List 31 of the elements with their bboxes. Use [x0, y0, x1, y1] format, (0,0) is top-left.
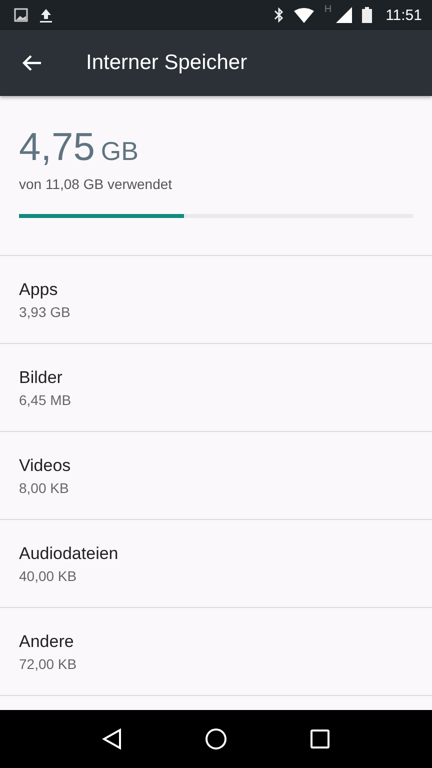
category-size: 3,93 GB: [19, 304, 72, 320]
category-label: Andere: [19, 632, 75, 652]
used-amount: 4,75: [19, 126, 95, 170]
storage-category-item[interactable]: Audiodateien 40,00 KB: [0, 520, 432, 608]
category-label: Apps: [19, 280, 59, 300]
category-size: 40,00 KB: [19, 568, 78, 584]
network-type-label: H: [324, 4, 332, 15]
category-label: Videos: [19, 456, 72, 476]
category-label: Audiodateien: [19, 544, 120, 564]
overview-icon[interactable]: [310, 729, 330, 749]
home-icon[interactable]: [204, 728, 227, 750]
category-label: Bilder: [19, 368, 64, 388]
back-icon[interactable]: [102, 728, 122, 750]
category-size: 72,00 KB: [19, 656, 78, 672]
storage-category-item[interactable]: Apps 3,93 GB: [0, 256, 432, 344]
signal-icon: [336, 7, 352, 23]
upload-icon: [38, 7, 54, 23]
storage-category-item[interactable]: Andere 72,00 KB: [0, 608, 432, 696]
wifi-icon: [294, 8, 314, 22]
category-size: 8,00 KB: [19, 480, 70, 496]
clock: 11:51: [386, 6, 422, 24]
category-size: 6,45 MB: [19, 392, 72, 408]
bluetooth-icon: [274, 7, 284, 23]
storage-category-item[interactable]: Videos 8,00 KB: [0, 432, 432, 520]
storage-category-item[interactable]: Bilder 6,45 MB: [0, 344, 432, 432]
screen-title: Interner Speicher: [86, 51, 248, 75]
usage-caption: von 11,08 GB verwendet: [19, 176, 174, 192]
back-arrow-icon[interactable]: [22, 54, 42, 72]
used-unit: GB: [100, 136, 138, 167]
gallery-icon: [14, 8, 28, 22]
battery-icon: [362, 7, 372, 23]
